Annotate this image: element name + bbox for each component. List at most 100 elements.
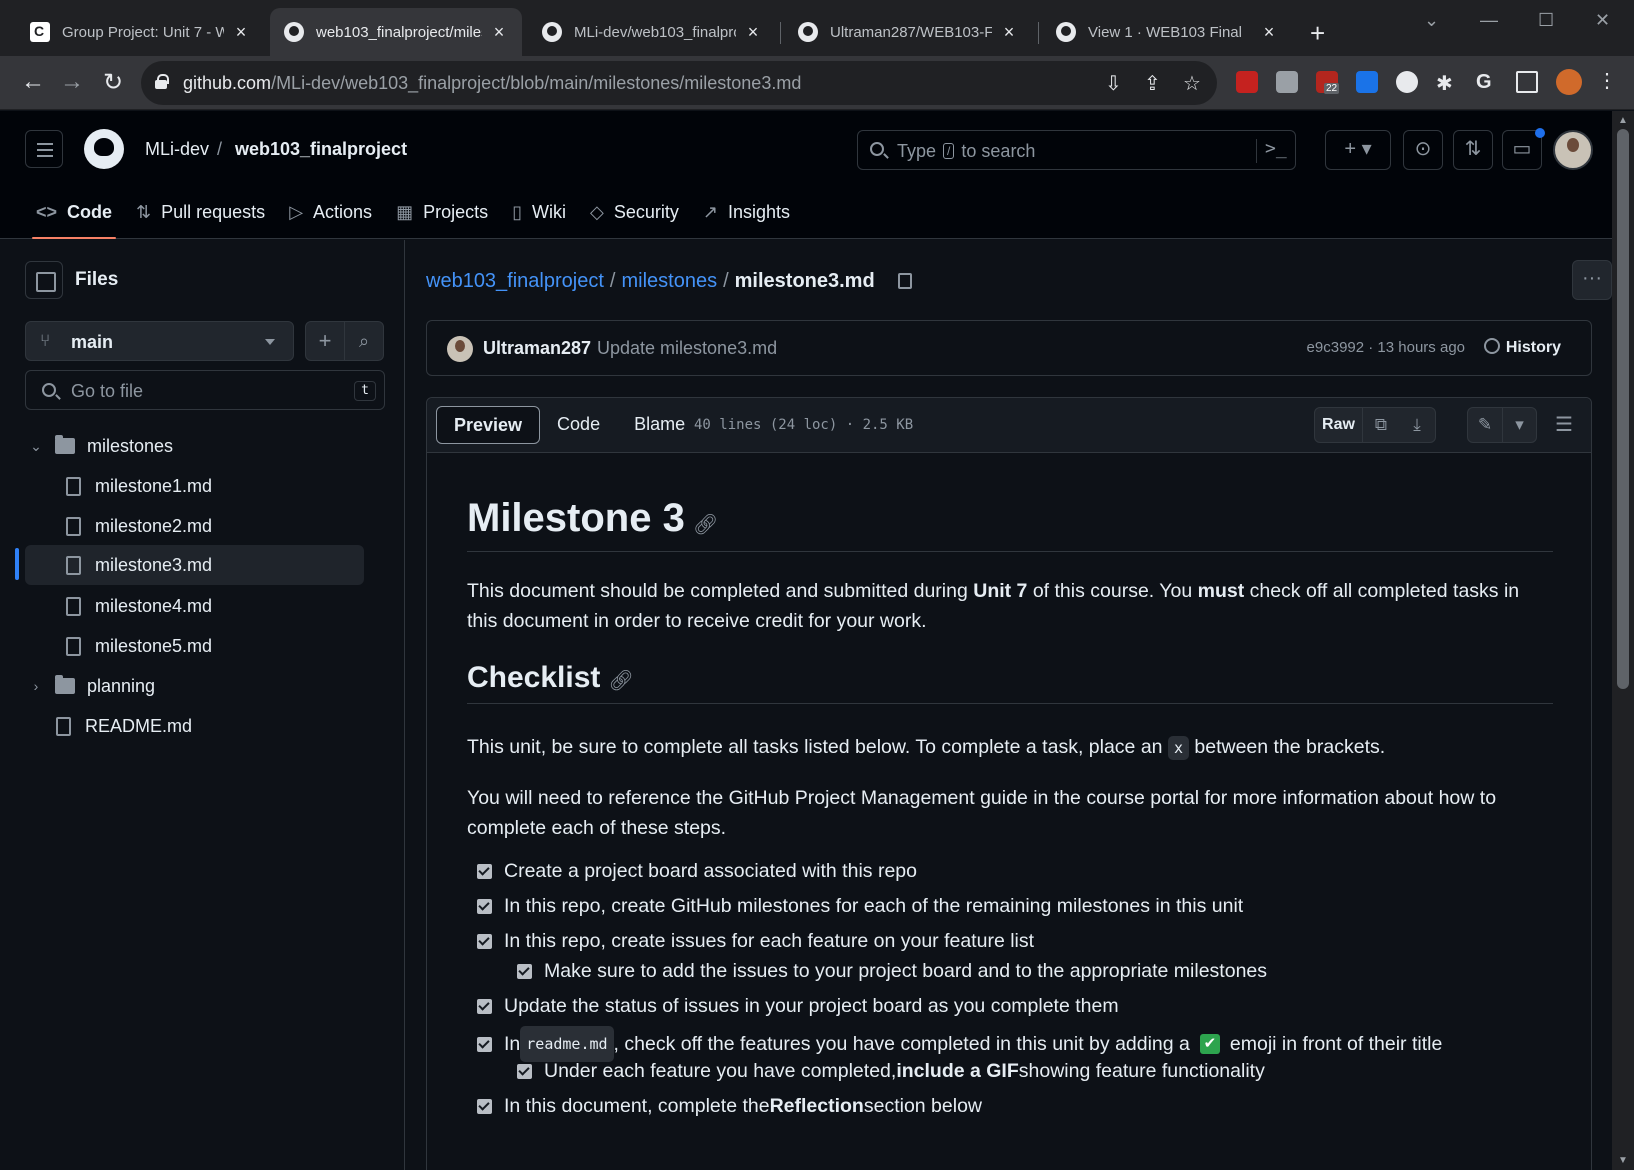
browser-tab-1[interactable]: Group Project: Unit 7 - WEB103 × (16, 8, 264, 56)
link-icon[interactable]: 🔗︎ (693, 512, 718, 537)
side-panel-icon[interactable] (1516, 71, 1538, 93)
tab-actions[interactable]: ▷ Actions (277, 185, 384, 239)
tree-folder-milestones[interactable]: ⌄ milestones (25, 426, 173, 466)
tab-code[interactable]: <> Code (24, 185, 124, 239)
copy-icon[interactable]: ⧉ (1363, 408, 1399, 442)
commit-meta[interactable]: e9c3992 · 13 hours ago (1307, 339, 1465, 356)
checkbox-checked[interactable] (477, 1036, 492, 1052)
github-icon (542, 22, 562, 42)
close-icon[interactable]: × (744, 22, 762, 43)
breadcrumb-repo-link[interactable]: web103_finalproject (426, 270, 604, 292)
page-scrollbar[interactable]: ▲ ▼ (1612, 111, 1634, 1170)
repo-name-link[interactable]: web103_finalproject (235, 139, 407, 160)
commit-message[interactable]: Update milestone3.md (597, 338, 777, 359)
tab-insights[interactable]: ↗ Insights (691, 185, 802, 239)
share-icon[interactable]: ⇪ (1144, 71, 1161, 96)
tree-file-milestone4[interactable]: milestone4.md (66, 586, 212, 626)
browser-menu-icon[interactable]: ⋮ (1592, 68, 1622, 93)
add-file-button[interactable]: + (305, 321, 345, 361)
forward-icon[interactable]: → (57, 68, 87, 96)
scroll-up-icon[interactable]: ▲ (1618, 115, 1628, 126)
tab-search-icon[interactable]: ⌄ (1424, 10, 1439, 31)
repo-owner-link[interactable]: MLi-dev (145, 139, 209, 160)
close-icon[interactable]: × (232, 22, 250, 43)
profile-avatar-icon[interactable] (1556, 69, 1582, 95)
tree-file-readme[interactable]: README.md (56, 706, 192, 746)
scroll-down-icon[interactable]: ▼ (1618, 1155, 1628, 1166)
new-tab-button[interactable]: + (1310, 18, 1325, 49)
browser-tab-3[interactable]: MLi-dev/web103_finalproject × (528, 8, 776, 56)
file-label: milestone4.md (95, 595, 213, 616)
tab-preview[interactable]: Preview (436, 406, 541, 444)
tree-file-milestone2[interactable]: milestone2.md (66, 506, 212, 546)
link-icon[interactable]: 🔗︎ (608, 668, 633, 693)
close-icon[interactable]: × (1260, 22, 1278, 43)
collapse-sidebar-button[interactable] (25, 261, 63, 299)
checkbox-checked[interactable] (477, 898, 492, 914)
chevron-down-icon[interactable]: ▾ (1502, 408, 1536, 442)
search-files-button[interactable]: ⌕ (344, 321, 384, 361)
checkbox-checked[interactable] (517, 1063, 532, 1079)
more-options-button[interactable]: ··· (1572, 260, 1612, 300)
raw-button[interactable]: Raw (1315, 408, 1363, 442)
youtube-extension-icon[interactable] (1236, 71, 1258, 93)
search-input[interactable]: Type / to search >_ (857, 130, 1296, 170)
download-icon[interactable]: ⤓ (1399, 408, 1435, 442)
tab-blame[interactable]: Blame (617, 406, 702, 444)
address-bar[interactable]: github.com/MLi-dev/web103_finalproject/b… (141, 61, 1217, 105)
avatar[interactable] (447, 336, 473, 362)
tab-code-view[interactable]: Code (540, 406, 617, 444)
outline-list-icon[interactable]: ☰ (1555, 412, 1573, 437)
install-icon[interactable]: ⇩ (1105, 71, 1122, 96)
extensions-puzzle-icon[interactable]: ✱ (1436, 71, 1458, 95)
history-button[interactable]: History (1483, 338, 1561, 357)
grammarly-icon[interactable]: G (1476, 71, 1498, 93)
back-icon[interactable]: ← (18, 68, 48, 96)
avatar[interactable] (1553, 130, 1593, 170)
browser-tab-5[interactable]: View 1 · WEB103 Final × (1042, 8, 1292, 56)
copy-path-icon[interactable] (898, 273, 913, 289)
commit-author[interactable]: Ultraman287 (483, 338, 591, 359)
selected-indicator (15, 548, 19, 580)
window-close-icon[interactable]: ✕ (1595, 10, 1610, 31)
checkbox-checked[interactable] (517, 963, 532, 979)
github-logo-icon[interactable] (84, 129, 124, 169)
browser-tab-2[interactable]: web103_finalproject/milestones × (270, 8, 522, 56)
go-to-file-input[interactable]: Go to file t (25, 370, 385, 410)
command-palette-icon[interactable]: >_ (1265, 138, 1287, 159)
window-extension-icon[interactable] (1356, 71, 1378, 93)
close-icon[interactable]: × (1000, 22, 1018, 43)
maximize-icon[interactable]: ☐ (1538, 10, 1554, 31)
checkbox-checked[interactable] (477, 933, 492, 949)
privacy-extension-icon[interactable] (1396, 71, 1418, 93)
notes-extension-icon[interactable] (1276, 71, 1298, 93)
checkbox-checked[interactable] (477, 863, 492, 879)
url-text[interactable]: github.com/MLi-dev/web103_finalproject/b… (183, 73, 801, 94)
pull-requests-icon[interactable]: ⇅ (1453, 130, 1493, 170)
tree-file-milestone5[interactable]: milestone5.md (66, 626, 212, 666)
checkbox-checked[interactable] (477, 998, 492, 1014)
hamburger-menu-button[interactable] (25, 130, 63, 168)
bookmark-star-icon[interactable]: ☆ (1183, 71, 1201, 96)
close-icon[interactable]: × (490, 22, 508, 43)
scrollbar-thumb[interactable] (1617, 129, 1629, 689)
ublock-extension-icon[interactable]: 22 (1316, 71, 1340, 94)
play-icon: ▷ (289, 201, 304, 222)
tab-security[interactable]: ◇ Security (578, 185, 691, 239)
browser-tab-4[interactable]: Ultraman287/WEB103-Final × (784, 8, 1032, 56)
create-new-button[interactable]: + ▾ (1325, 130, 1391, 170)
tree-file-milestone3[interactable]: milestone3.md (25, 545, 364, 585)
issues-icon[interactable]: ⊙ (1403, 130, 1443, 170)
branch-selector[interactable]: ⑂ main (25, 321, 294, 361)
breadcrumb-dir-link[interactable]: milestones (621, 270, 717, 292)
tab-title: Group Project: Unit 7 - WEB103 (62, 23, 224, 41)
edit-pencil-icon[interactable]: ✎ (1468, 408, 1502, 442)
tab-wiki[interactable]: ▯ Wiki (500, 185, 578, 239)
tree-folder-planning[interactable]: › planning (25, 666, 155, 706)
checkbox-checked[interactable] (477, 1098, 492, 1114)
tab-projects[interactable]: ▦ Projects (384, 185, 500, 239)
minimize-icon[interactable]: — (1480, 10, 1498, 31)
reload-icon[interactable]: ↻ (98, 68, 128, 97)
tree-file-milestone1[interactable]: milestone1.md (66, 466, 212, 506)
tab-pull-requests[interactable]: ⇅ Pull requests (124, 185, 277, 239)
